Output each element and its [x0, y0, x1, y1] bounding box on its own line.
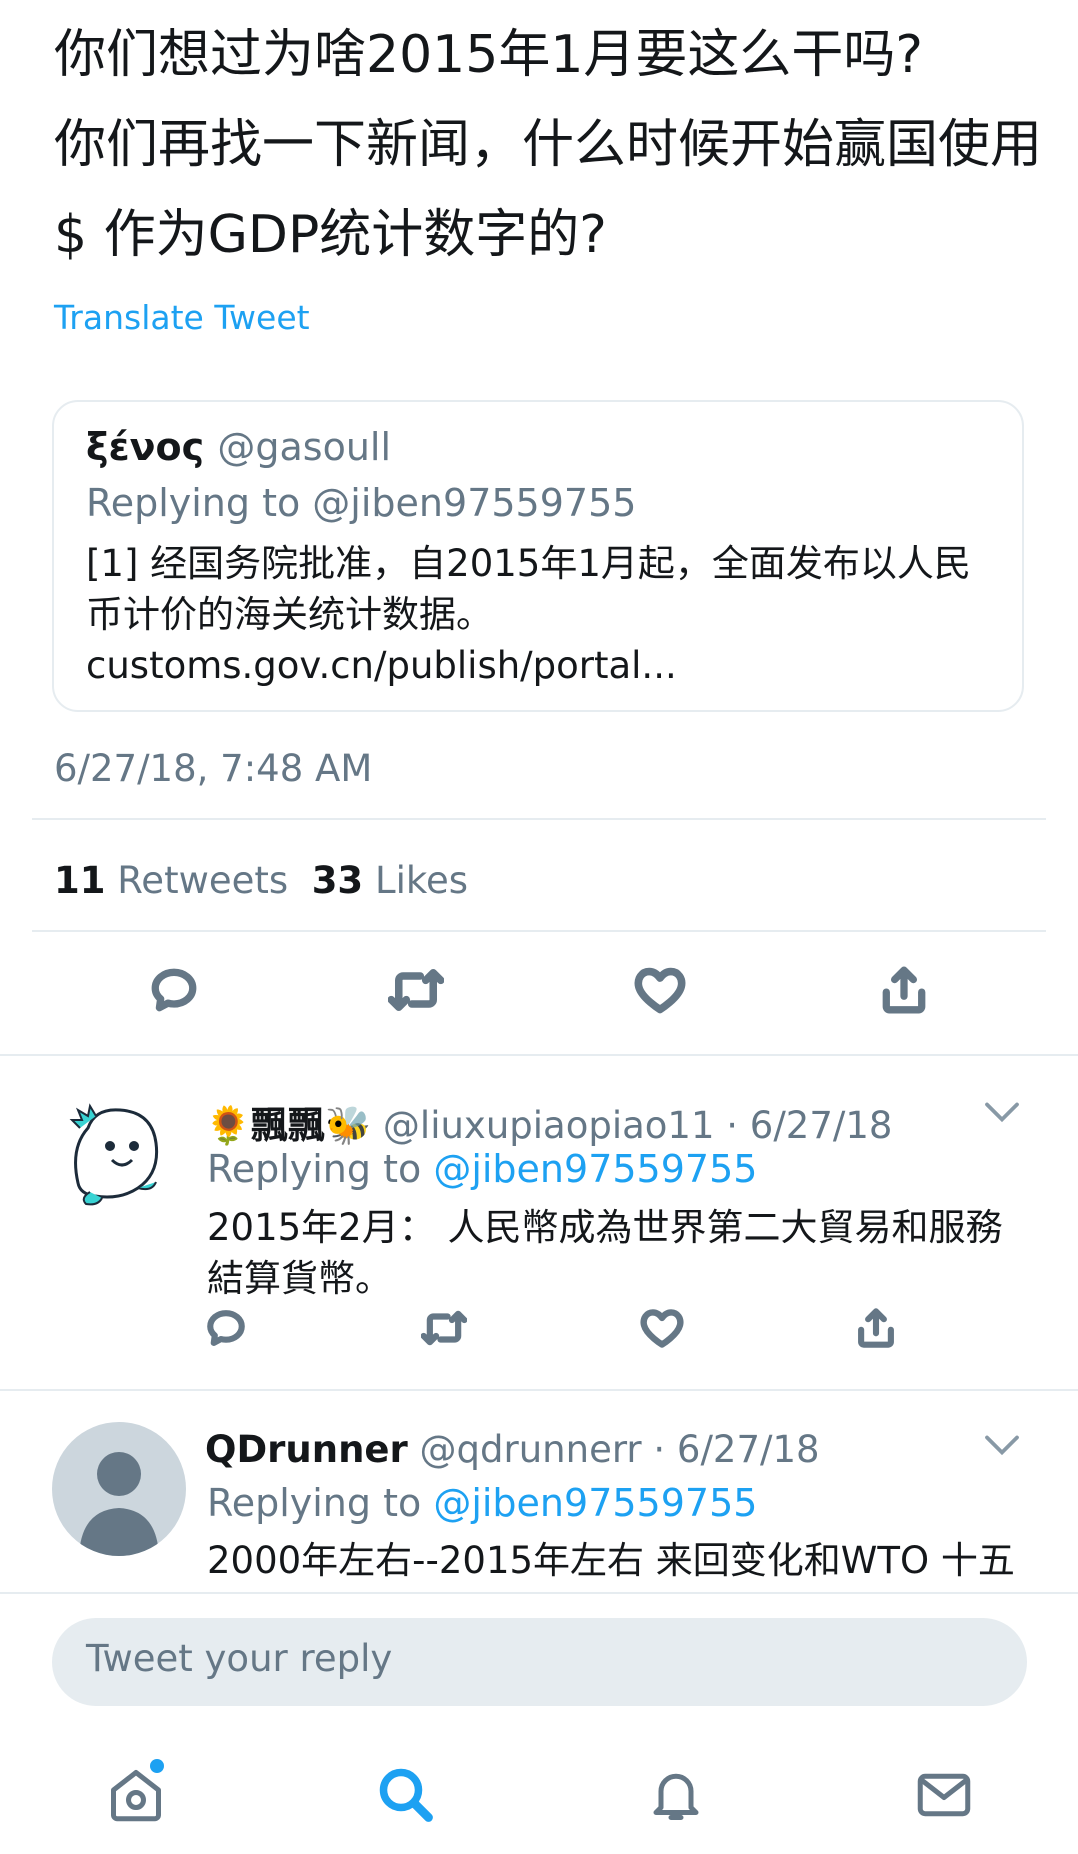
- like-icon: [640, 1309, 684, 1348]
- replying-to-handle-link[interactable]: @jiben97559755: [433, 1481, 757, 1525]
- share-button[interactable]: [874, 960, 934, 1020]
- reply-date: · 6/27/18: [726, 1104, 893, 1147]
- reply-menu-button[interactable]: [984, 1433, 1020, 1461]
- reply-button[interactable]: [144, 960, 204, 1020]
- tweet-text: 你们想过为啥2015年1月要这么干吗? 你们再找一下新闻，什么时候开始赢国使用 …: [54, 25, 1043, 265]
- notifications-icon: [653, 1773, 699, 1820]
- like-icon: [634, 967, 686, 1014]
- reply-composer-placeholder: Tweet your reply: [86, 1637, 393, 1680]
- reply-replying-to: Replying to @jiben97559755: [207, 1481, 757, 1525]
- messages-icon: [917, 1773, 971, 1817]
- reply-icon: [207, 1310, 245, 1346]
- reply-header[interactable]: 🌻飄飄🐝 @liuxupiaopiao11 · 6/27/18: [205, 1095, 892, 1149]
- tab-messages[interactable]: [914, 1765, 974, 1829]
- reply-replying-to: Replying to @jiben97559755: [207, 1147, 757, 1191]
- quoted-author: ξένος @gasoull: [86, 425, 391, 469]
- retweets-count: 11: [54, 859, 106, 902]
- reply-author-name: 飄飄: [251, 1104, 326, 1147]
- reply-text: 2015年2月： 人民幣成為世界第二大貿易和服務結算貨幣。: [207, 1206, 1003, 1300]
- likes-label[interactable]: Likes: [375, 859, 468, 902]
- avatar[interactable]: [52, 1422, 186, 1556]
- default-profile-icon: [79, 1452, 159, 1556]
- chevron-down-icon: [985, 1102, 1019, 1123]
- retweet-icon: [421, 1310, 467, 1346]
- reply-text: 2000年左右--2015年左右 来回变化和WTO 十五年之期定差重合: [207, 1539, 1015, 1591]
- translate-tweet-link[interactable]: Translate Tweet: [54, 298, 310, 337]
- reply-author-handle: @qdrunnerr: [419, 1428, 642, 1471]
- avatar[interactable]: [50, 1088, 180, 1218]
- tab-notifications[interactable]: [646, 1765, 706, 1829]
- divider: [32, 930, 1046, 932]
- quoted-replying-to: Replying to @jiben97559755: [86, 481, 637, 525]
- quoted-author-handle: @gasoull: [217, 425, 392, 469]
- dinosaur-avatar-icon: [50, 1088, 180, 1218]
- share-button[interactable]: [846, 1298, 906, 1358]
- reply-date: · 6/27/18: [653, 1428, 820, 1471]
- chevron-down-icon: [985, 1435, 1019, 1456]
- divider: [0, 1054, 1078, 1056]
- like-button[interactable]: [632, 1298, 692, 1358]
- tab-home[interactable]: [106, 1759, 166, 1829]
- likes-count: 33: [311, 859, 364, 902]
- tab-bar: [0, 1720, 1078, 1852]
- home-icon: [111, 1770, 161, 1822]
- replying-to-handle-link[interactable]: @jiben97559755: [433, 1147, 757, 1191]
- reply-button[interactable]: [196, 1298, 256, 1358]
- divider: [32, 818, 1046, 820]
- share-icon: [858, 1308, 894, 1348]
- new-content-dot: [150, 1759, 164, 1773]
- reply-menu-button[interactable]: [984, 1100, 1020, 1128]
- replying-to-label: Replying to: [207, 1481, 434, 1525]
- replying-to-label: Replying to: [207, 1147, 434, 1191]
- reply-header[interactable]: QDrunner @qdrunnerr · 6/27/18: [205, 1428, 820, 1471]
- sunflower-emoji: 🌻: [205, 1104, 252, 1147]
- tab-search[interactable]: [376, 1765, 436, 1829]
- reply-author-name: QDrunner: [205, 1428, 408, 1471]
- search-icon: [379, 1768, 433, 1822]
- quoted-author-name: ξένος: [86, 425, 205, 469]
- retweet-button[interactable]: [414, 1298, 474, 1358]
- retweets-label[interactable]: Retweets: [117, 859, 288, 902]
- bee-emoji: 🐝: [325, 1104, 372, 1147]
- engagement-counts: 11 Retweets 33 Likes: [54, 859, 468, 902]
- like-button[interactable]: [630, 960, 690, 1020]
- share-icon: [882, 966, 926, 1014]
- quoted-tweet-text: [1] 经国务院批准，自2015年1月起，全面发布以人民币计价的海关统计数据。 …: [86, 542, 971, 687]
- retweet-button[interactable]: [386, 960, 446, 1020]
- divider: [0, 1389, 1078, 1391]
- reply-author-handle: @liuxupiaopiao11: [382, 1104, 715, 1147]
- retweet-icon: [388, 969, 444, 1011]
- tweet-timestamp: 6/27/18, 7:48 AM: [54, 747, 373, 790]
- reply-icon: [151, 968, 197, 1012]
